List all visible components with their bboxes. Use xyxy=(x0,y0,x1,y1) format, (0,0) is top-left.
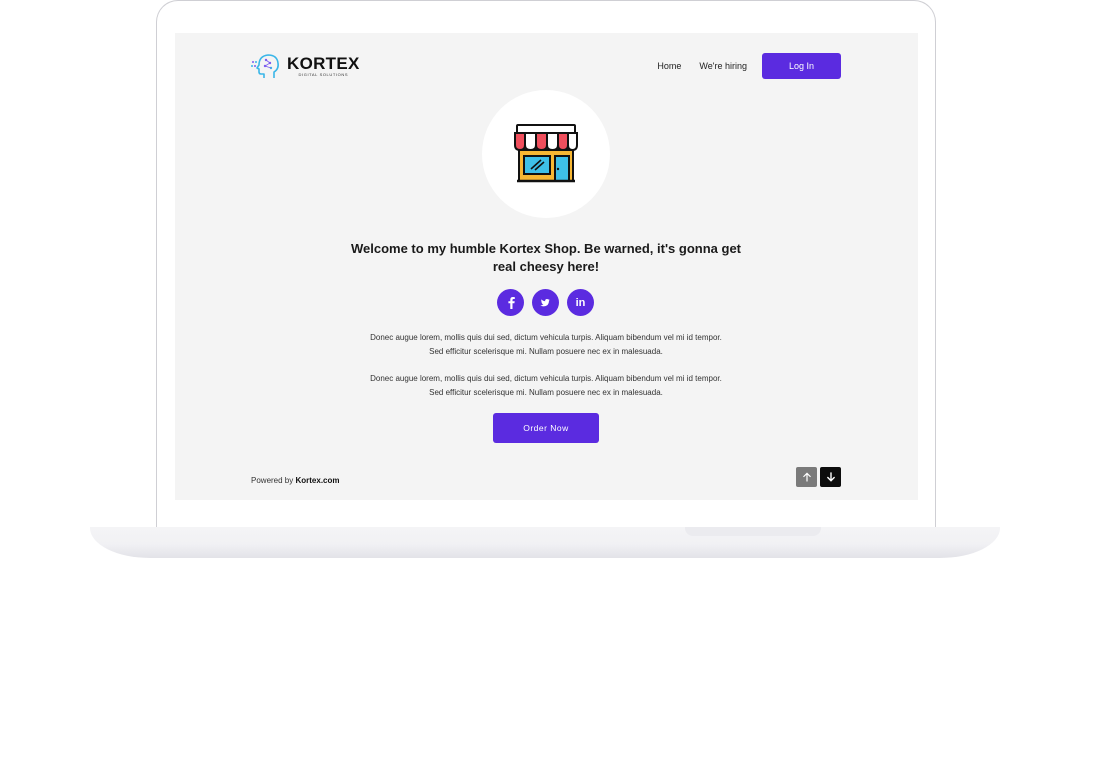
linkedin-icon: in xyxy=(575,296,586,309)
shop-avatar xyxy=(482,90,610,218)
powered-by-link[interactable]: Kortex.com xyxy=(295,476,339,485)
scroll-controls xyxy=(796,467,841,487)
laptop-base xyxy=(90,527,1000,558)
login-button[interactable]: Log In xyxy=(762,53,841,79)
scroll-up-button[interactable] xyxy=(796,467,817,487)
brand-name: KORTEX xyxy=(287,54,360,73)
twitter-icon xyxy=(540,298,550,307)
brand-logo[interactable]: KORTEX DIGITAL SOLUTIONS xyxy=(250,51,360,81)
arrow-down-icon xyxy=(826,472,835,482)
powered-by: Powered by Kortex.com xyxy=(251,476,340,485)
page-headline: Welcome to my humble Kortex Shop. Be war… xyxy=(350,241,742,274)
brand-tagline: DIGITAL SOLUTIONS xyxy=(298,72,349,77)
social-links: in xyxy=(497,289,594,316)
brand-wordmark: KORTEX DIGITAL SOLUTIONS xyxy=(287,55,360,77)
intro-paragraph-2: Donec augue lorem, mollis quis dui sed, … xyxy=(370,374,722,397)
storefront-icon xyxy=(514,124,578,183)
laptop-mockup: KORTEX DIGITAL SOLUTIONS Home We're hiri… xyxy=(0,0,1099,777)
intro-paragraph-1: Donec augue lorem, mollis quis dui sed, … xyxy=(370,333,722,356)
nav-home-link[interactable]: Home xyxy=(657,61,681,71)
laptop-notch xyxy=(685,527,821,536)
twitter-button[interactable] xyxy=(532,289,559,316)
powered-by-prefix: Powered by xyxy=(251,476,294,485)
main-nav: Home We're hiring Log In xyxy=(657,53,841,79)
order-now-button[interactable]: Order Now xyxy=(493,413,599,443)
nav-hiring-link[interactable]: We're hiring xyxy=(699,61,747,71)
linkedin-button[interactable]: in xyxy=(567,289,594,316)
facebook-icon xyxy=(507,297,515,309)
brain-head-icon xyxy=(251,54,279,78)
arrow-up-icon xyxy=(802,472,811,482)
website-screen: KORTEX DIGITAL SOLUTIONS Home We're hiri… xyxy=(175,33,918,500)
scroll-down-button[interactable] xyxy=(820,467,841,487)
facebook-button[interactable] xyxy=(497,289,524,316)
